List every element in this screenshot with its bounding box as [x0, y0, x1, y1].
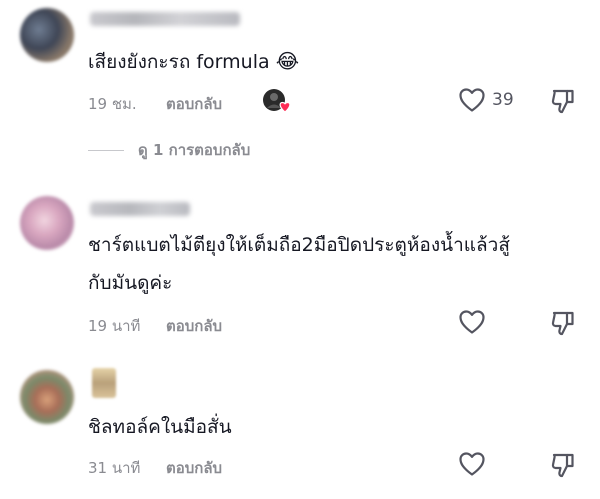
- like-button[interactable]: [458, 309, 486, 335]
- thumbs-down-icon: [551, 89, 574, 114]
- comment-text-line: กับมันดูค่ะ: [88, 272, 173, 294]
- view-replies-label: ดู 1 การตอบกลับ: [138, 141, 251, 159]
- heart-outline-icon: [459, 88, 485, 112]
- comment-text: เสียงยังกะรถ formula 😂: [88, 42, 299, 81]
- heart-icon: [279, 101, 291, 113]
- comment-time: 19 นาที: [88, 317, 141, 335]
- dislike-button[interactable]: [550, 87, 576, 119]
- thumbs-down-icon: [551, 311, 574, 336]
- comment-text: ชิลทอล์คในมือสั่น: [88, 408, 232, 446]
- comment-text-line: ชาร์ตแบตไม้ตียุงให้เต็มถือ2มือปิดประตูห้…: [88, 234, 510, 256]
- dislike-button[interactable]: [550, 309, 576, 341]
- comment-text: ชาร์ตแบตไม้ตียุงให้เต็มถือ2มือปิดประตูห้…: [88, 226, 510, 302]
- username[interactable]: [90, 12, 240, 26]
- like-button[interactable]: 39: [458, 87, 514, 113]
- username[interactable]: [90, 202, 190, 216]
- heart-outline-icon: [459, 310, 485, 334]
- comment-text-body: ชิลทอล์คในมือสั่น: [88, 416, 232, 438]
- thumbs-down-icon: [551, 453, 574, 478]
- avatar[interactable]: [20, 8, 74, 62]
- username-avatar-small[interactable]: [92, 368, 116, 398]
- comment-time: 31 นาที: [88, 459, 141, 477]
- creator-avatar-icon: [263, 89, 291, 113]
- avatar[interactable]: [20, 370, 74, 424]
- avatar[interactable]: [20, 196, 74, 250]
- laughing-emoji-icon: 😂: [275, 49, 300, 73]
- like-button[interactable]: [458, 451, 486, 477]
- view-replies-button[interactable]: ดู 1 การตอบกลับ: [88, 138, 250, 162]
- comment-time: 19 ชม.: [88, 95, 137, 113]
- reply-button[interactable]: ตอบกลับ: [166, 456, 222, 480]
- like-count: 39: [492, 90, 514, 110]
- dislike-button[interactable]: [550, 451, 576, 483]
- creator-liked-badge: [262, 87, 294, 115]
- reply-button[interactable]: ตอบกลับ: [166, 92, 222, 116]
- heart-outline-icon: [459, 452, 485, 476]
- divider: [88, 149, 124, 151]
- reply-button[interactable]: ตอบกลับ: [166, 314, 222, 338]
- comment-text-body: เสียงยังกะรถ formula: [88, 51, 270, 73]
